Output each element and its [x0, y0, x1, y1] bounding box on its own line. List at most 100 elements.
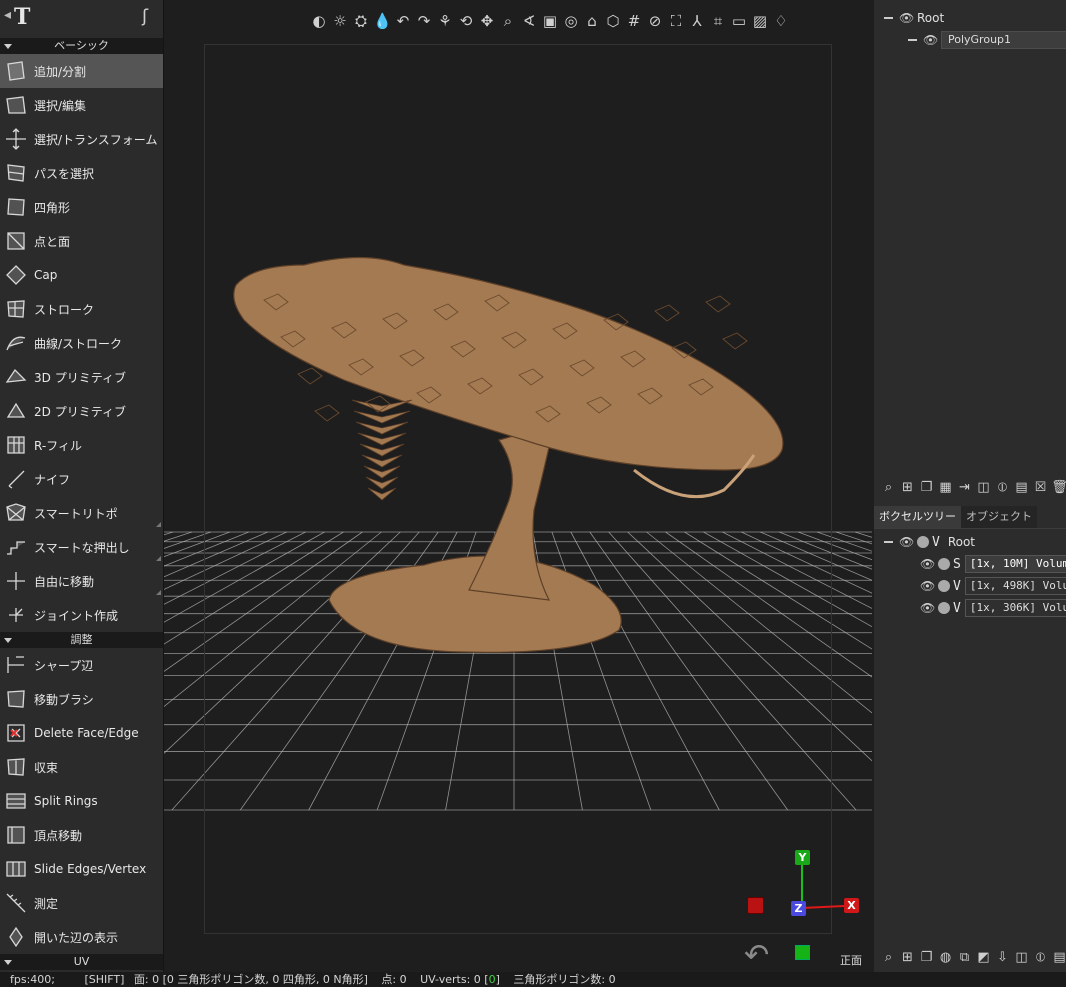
tool-item[interactable]: シャープ辺 — [0, 648, 163, 682]
eye-icon[interactable]: 👁 — [920, 558, 935, 570]
voxel-root[interactable]: 👁 V Root — [884, 533, 975, 551]
tool-item[interactable]: R-フィル — [0, 428, 163, 462]
voxel-layer-row[interactable]: 👁 V [1x, 498K] Volu — [920, 577, 1066, 595]
tool-label: 測定 — [34, 896, 59, 911]
tool-item[interactable]: Delete Face/Edge — [0, 716, 163, 750]
submenu-corner-icon[interactable] — [156, 590, 161, 595]
search-icon[interactable]: ⌕ — [880, 478, 897, 498]
tool-item[interactable]: Cap — [0, 258, 163, 292]
tool-item[interactable]: パスを選択 — [0, 156, 163, 190]
dots-icon[interactable]: ▤ — [1013, 478, 1030, 498]
tab-voxel-tree[interactable]: ボクセルツリー — [874, 506, 961, 528]
undo-arrow-icon[interactable]: ↶ — [744, 938, 769, 972]
view-label[interactable]: 正面 — [840, 952, 862, 968]
layer-name-field[interactable]: [1x, 498K] Volu — [964, 577, 1066, 595]
tool-item[interactable]: ストローク — [0, 292, 163, 326]
tool-item[interactable]: 測定 — [0, 886, 163, 920]
tool-label: Delete Face/Edge — [34, 726, 139, 740]
section-header[interactable]: ベーシック — [0, 38, 163, 54]
eye-icon[interactable]: 👁 — [920, 602, 935, 614]
eye-icon[interactable]: 👁 — [923, 34, 938, 46]
collapse-left-icon[interactable]: ◂ — [4, 7, 11, 23]
tool-item[interactable]: 曲線/ストローク — [0, 326, 163, 360]
pivot-icon[interactable]: ⦶ — [1032, 948, 1049, 968]
tool-item[interactable]: スマートな押出し — [0, 530, 163, 564]
right-panel: 👁 Root 👁 PolyGroup1 ⌕ ⊞ ❐ ▦ ⇥ ◫ ⦶ ▤ ☒ 🗑 … — [874, 0, 1066, 972]
polygroup-label[interactable]: PolyGroup1 — [941, 31, 1066, 49]
submenu-corner-icon[interactable] — [156, 522, 161, 527]
curve-tool-icon[interactable]: ʃ — [142, 6, 148, 27]
tool-item[interactable]: 追加/分割 — [0, 54, 163, 88]
points-faces-icon — [5, 230, 27, 252]
red-marker[interactable] — [747, 897, 764, 914]
green-marker[interactable] — [795, 945, 810, 960]
dot-icon[interactable] — [938, 602, 950, 614]
x-axis-handle[interactable]: X — [844, 898, 859, 913]
add-icon[interactable]: ⊞ — [899, 948, 916, 968]
tool-item[interactable]: 開いた辺の表示 — [0, 920, 163, 954]
section-header[interactable]: 調整 — [0, 632, 163, 648]
expand-triangle-icon[interactable] — [4, 638, 12, 643]
sphere-icon[interactable]: ◍ — [937, 948, 954, 968]
add-icon[interactable]: ⊞ — [899, 478, 916, 498]
copy-icon[interactable]: ❐ — [918, 948, 935, 968]
clear-icon[interactable]: ☒ — [1032, 478, 1049, 498]
expand-triangle-icon[interactable] — [4, 960, 12, 965]
text-tool-icon[interactable]: T — [14, 4, 30, 30]
eye-icon[interactable]: 👁 — [899, 12, 914, 24]
faces-readout: 面: 0 [0 三角形ポリゴン数, 0 四角形, 0 N角形] — [133, 973, 368, 986]
axis-gizmo[interactable]: Y X Z — [744, 846, 864, 926]
tool-item[interactable]: 点と面 — [0, 224, 163, 258]
tool-item[interactable]: Split Rings — [0, 784, 163, 818]
dots-icon[interactable]: ▤ — [1051, 948, 1066, 968]
merge-icon[interactable]: ⇥ — [956, 478, 973, 498]
section-header[interactable]: UV — [0, 954, 163, 970]
collapse-icon[interactable] — [884, 541, 893, 543]
y-axis-handle[interactable]: Y — [795, 850, 810, 865]
pivot-icon[interactable]: ⦶ — [994, 478, 1011, 498]
tool-item[interactable]: 2D プリミティブ — [0, 394, 163, 428]
tool-item[interactable]: 選択/編集 — [0, 88, 163, 122]
layer-name-field[interactable]: [1x, 10M] Volum — [964, 555, 1066, 573]
tool-item[interactable]: 収束 — [0, 750, 163, 784]
tab-objects[interactable]: オブジェクト — [961, 506, 1037, 528]
poly-tree-child[interactable]: 👁 PolyGroup1 — [908, 31, 1066, 49]
split-icon[interactable]: ◫ — [1013, 948, 1030, 968]
eye-icon[interactable]: 👁 — [899, 536, 914, 548]
dot-icon[interactable] — [938, 558, 950, 570]
collapse-icon[interactable] — [884, 17, 893, 19]
tool-item[interactable]: 頂点移動 — [0, 818, 163, 852]
tool-item[interactable]: 選択/トランスフォーム — [0, 122, 163, 156]
tool-sections: ベーシック 追加/分割 選択/編集選択/トランスフォームパスを選択 四角形 点と面 Cap… — [0, 38, 163, 970]
poly-tree-root[interactable]: 👁 Root — [884, 9, 944, 27]
tool-item[interactable]: スマートリトポ — [0, 496, 163, 530]
search-icon[interactable]: ⌕ — [880, 948, 897, 968]
layer-icon[interactable]: ⧉ — [956, 948, 973, 968]
tool-item[interactable]: ナイフ — [0, 462, 163, 496]
tool-label: 選択/トランスフォーム — [34, 132, 158, 147]
grid-icon[interactable]: ▦ — [937, 478, 954, 498]
tool-item[interactable]: 自由に移動 — [0, 564, 163, 598]
dot-icon[interactable] — [938, 580, 950, 592]
copy-icon[interactable]: ❐ — [918, 478, 935, 498]
stroke-icon — [5, 298, 27, 320]
z-axis-handle[interactable]: Z — [791, 901, 806, 916]
dot-icon[interactable] — [917, 536, 929, 548]
mask-icon[interactable]: ◩ — [975, 948, 992, 968]
submenu-corner-icon[interactable] — [156, 556, 161, 561]
tool-item[interactable]: 移動ブラシ — [0, 682, 163, 716]
tool-item[interactable]: Slide Edges/Vertex — [0, 852, 163, 886]
split-icon[interactable]: ◫ — [975, 478, 992, 498]
tool-item[interactable]: ジョイント作成 — [0, 598, 163, 632]
layer-name-field[interactable]: [1x, 306K] Volu — [964, 599, 1066, 617]
tool-item[interactable]: 3D プリミティブ — [0, 360, 163, 394]
expand-triangle-icon[interactable] — [4, 44, 12, 49]
delete-icon[interactable]: 🗑 — [1051, 478, 1066, 498]
voxel-layer-row[interactable]: 👁 S [1x, 10M] Volum — [920, 555, 1066, 573]
tool-item[interactable]: 四角形 — [0, 190, 163, 224]
collapse-icon[interactable] — [908, 39, 917, 41]
eye-icon[interactable]: 👁 — [920, 580, 935, 592]
voxel-layer-row[interactable]: 👁 V [1x, 306K] Volu — [920, 599, 1066, 617]
3d-viewport[interactable]: ◐ ☼ ⛭ 💧 ↶ ↷ ⚘ ⟲ ✥ ⌕ ∢ ▣ ◎ ⌂ ⬡ # ⊘ ⛶ ⅄ ⌗ ▭ ▨ ♢ Y X Z ↶ 正面 — [164, 0, 872, 972]
import-icon[interactable]: ⇩ — [994, 948, 1011, 968]
